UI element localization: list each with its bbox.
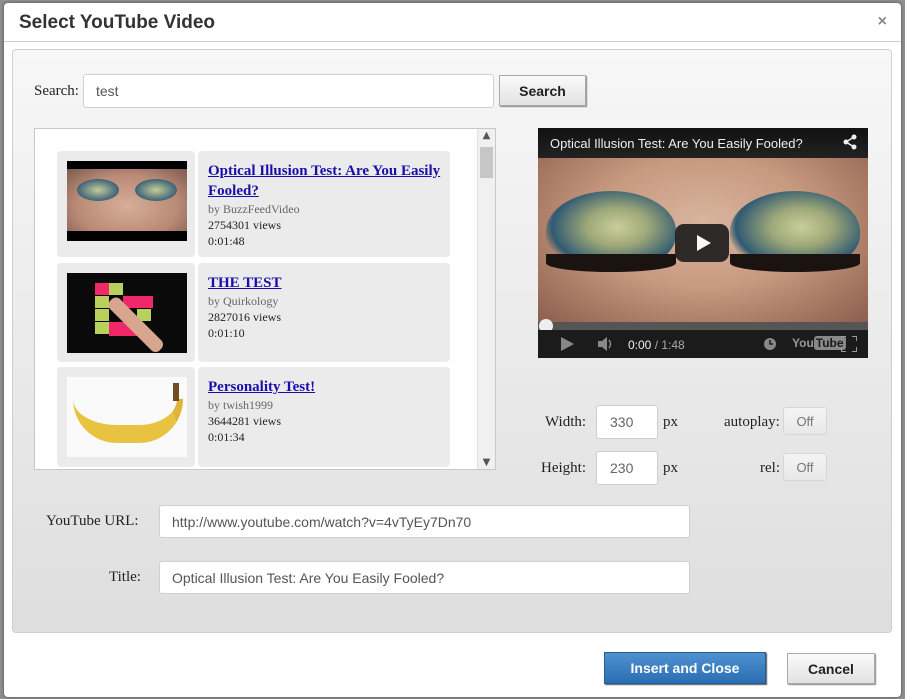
scroll-down-icon[interactable]: ▼ xyxy=(478,457,495,468)
video-duration: 0:01:34 xyxy=(208,430,245,444)
autoplay-toggle[interactable]: Off xyxy=(783,407,827,435)
play-button[interactable] xyxy=(675,224,729,262)
select-youtube-video-dialog: Select YouTube Video × Search: test Sear… xyxy=(4,3,901,697)
video-views: 2754301 views xyxy=(208,218,281,232)
lash-left xyxy=(546,254,676,272)
video-duration: 0:01:10 xyxy=(208,326,245,340)
thumbnail-cell xyxy=(57,263,195,362)
youtube-url-label: YouTube URL: xyxy=(46,513,139,529)
lash-right xyxy=(730,254,860,272)
watch-later-icon[interactable] xyxy=(764,338,776,350)
results-scrollbar[interactable]: ▲ ▼ xyxy=(477,129,495,469)
info-cell: Personality Test! by twish1999 3644281 v… xyxy=(198,367,450,467)
progress-bar[interactable] xyxy=(538,322,868,330)
search-label: Search: xyxy=(34,83,79,99)
height-label: Height: xyxy=(541,460,586,476)
current-time: 0:00 xyxy=(628,338,652,352)
video-title-link[interactable]: THE TEST xyxy=(208,273,442,293)
player-controls: 0:00 / 1:48 You Tube xyxy=(538,330,868,358)
info-cell: Optical Illusion Test: Are You Easily Fo… xyxy=(198,151,450,257)
width-unit: px xyxy=(663,414,678,430)
thumbnail-cell xyxy=(57,151,195,257)
height-input[interactable]: 230 xyxy=(596,451,658,485)
time-display: 0:00 / 1:48 xyxy=(628,338,685,352)
dialog-title: Select YouTube Video xyxy=(19,12,216,33)
width-label: Width: xyxy=(545,414,587,430)
video-thumbnail[interactable] xyxy=(67,161,187,241)
video-author: by BuzzFeedVideo xyxy=(208,202,300,216)
youtube-url-input[interactable]: http://www.youtube.com/watch?v=4vTyEy7Dn… xyxy=(159,505,690,538)
autoplay-label: autoplay: xyxy=(724,414,780,430)
youtube-logo-icon[interactable]: You Tube xyxy=(792,336,846,350)
rel-toggle[interactable]: Off xyxy=(783,453,827,481)
scroll-thumb[interactable] xyxy=(480,147,493,178)
play-icon[interactable] xyxy=(560,337,574,351)
close-icon[interactable]: × xyxy=(878,13,887,31)
video-views: 2827016 views xyxy=(208,310,281,324)
search-button[interactable]: Search xyxy=(499,75,586,106)
video-title-link[interactable]: Optical Illusion Test: Are You Easily Fo… xyxy=(208,161,442,201)
share-icon[interactable] xyxy=(842,134,858,150)
title-input[interactable]: Optical Illusion Test: Are You Easily Fo… xyxy=(159,561,690,594)
video-preview-player[interactable]: Optical Illusion Test: Are You Easily Fo… xyxy=(538,128,868,358)
video-duration: 0:01:48 xyxy=(208,234,245,248)
title-label: Title: xyxy=(109,569,141,585)
search-input[interactable]: test xyxy=(83,74,494,108)
content-panel: Search: test Search Optical Illusion Tes… xyxy=(12,49,892,633)
video-thumbnail[interactable] xyxy=(67,377,187,457)
fullscreen-icon[interactable] xyxy=(841,336,857,352)
video-thumbnail[interactable] xyxy=(67,273,187,353)
video-views: 3644281 views xyxy=(208,414,281,428)
results-list: Optical Illusion Test: Are You Easily Fo… xyxy=(34,128,496,470)
player-title: Optical Illusion Test: Are You Easily Fo… xyxy=(550,136,803,151)
insert-and-close-button[interactable]: Insert and Close xyxy=(604,652,766,684)
video-title-link[interactable]: Personality Test! xyxy=(208,377,442,397)
player-title-bar: Optical Illusion Test: Are You Easily Fo… xyxy=(538,128,868,158)
total-time: / 1:48 xyxy=(654,338,685,352)
header-divider xyxy=(4,41,901,42)
rel-label: rel: xyxy=(760,460,780,476)
volume-icon[interactable] xyxy=(598,337,616,351)
info-cell: THE TEST by Quirkology 2827016 views 0:0… xyxy=(198,263,450,362)
video-author: by twish1999 xyxy=(208,398,274,412)
video-author: by Quirkology xyxy=(208,294,279,308)
thumbnail-cell xyxy=(57,367,195,467)
cancel-button[interactable]: Cancel xyxy=(787,653,875,684)
scroll-up-icon[interactable]: ▲ xyxy=(478,130,495,141)
width-input[interactable]: 330 xyxy=(596,405,658,439)
height-unit: px xyxy=(663,460,678,476)
